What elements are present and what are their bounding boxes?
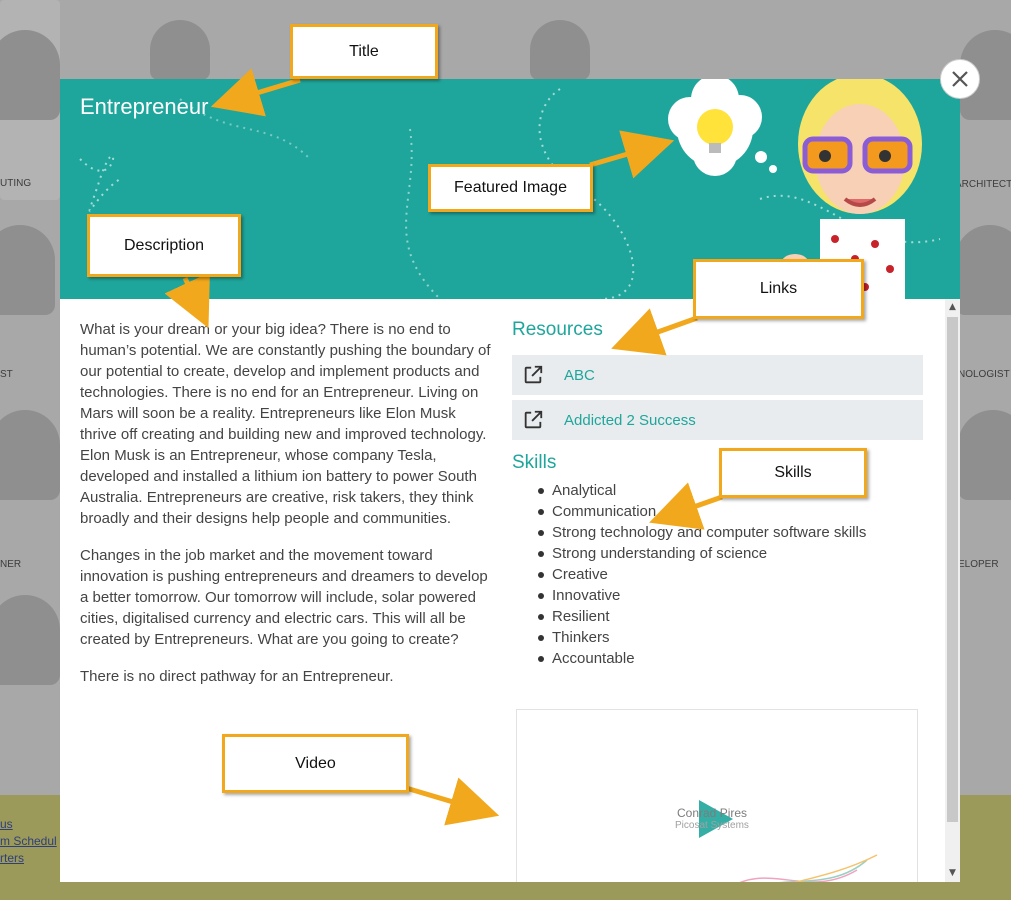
skill-item: Strong understanding of science (536, 543, 923, 564)
external-link-icon (524, 410, 543, 429)
scroll-up-arrow-icon[interactable]: ▲ (945, 299, 960, 316)
background-tile-label: ST (0, 369, 13, 380)
background-tile-label: ELOPER (958, 559, 999, 570)
skill-item: Innovative (536, 585, 923, 606)
external-link-icon (524, 365, 543, 384)
annotation-title: Title (290, 24, 438, 79)
page-title: Entrepreneur (80, 94, 209, 119)
background-avatar (530, 20, 590, 80)
background-tile-label: NOLOGIST (958, 369, 1010, 380)
annotation-description: Description (87, 214, 241, 277)
skill-item: Strong technology and computer software … (536, 522, 923, 543)
background-avatar (0, 30, 60, 120)
description: What is your dream or your big idea? The… (80, 319, 495, 703)
scrollbar-thumb[interactable] (947, 317, 958, 822)
annotation-video: Video (222, 734, 409, 793)
skill-item: Accountable (536, 648, 923, 669)
resource-link-label[interactable]: Addicted 2 Success (564, 412, 696, 429)
footer-link[interactable]: us (0, 817, 13, 831)
skill-item: Thinkers (536, 627, 923, 648)
video-author: Conrad Pires (677, 806, 748, 820)
video-decoration (739, 854, 878, 882)
resource-link-abc[interactable]: ABC (512, 355, 923, 395)
video-player[interactable]: Conrad Pires Picosat Systems (516, 709, 918, 882)
close-icon (952, 71, 968, 87)
annotation-links: Links (693, 259, 864, 319)
description-paragraph: Changes in the job market and the moveme… (80, 547, 488, 648)
background-avatar (958, 410, 1011, 500)
annotation-featured-image: Featured Image (428, 164, 593, 212)
background-tile-label: ARCHITECT (955, 179, 1011, 190)
background-avatar (150, 20, 210, 80)
footer-link[interactable]: m Schedul (0, 834, 57, 848)
background-avatar (0, 225, 55, 315)
background-avatar (0, 410, 60, 500)
close-button[interactable] (940, 59, 980, 99)
annotation-skills: Skills (719, 448, 867, 498)
skill-item: Communication (536, 501, 923, 522)
resources-heading: Resources (512, 319, 603, 340)
background-tile-label: NER (0, 559, 22, 570)
description-paragraph: What is your dream or your big idea? The… (80, 321, 491, 527)
skill-item: Creative (536, 564, 923, 585)
skill-item: Resilient (536, 606, 923, 627)
modal-scrollbar[interactable]: ▲ ▼ (945, 299, 960, 882)
resource-link-addicted-2-success[interactable]: Addicted 2 Success (512, 400, 923, 440)
background-avatar (955, 225, 1011, 315)
resource-link-label[interactable]: ABC (564, 367, 595, 384)
footer-link[interactable]: rters (0, 851, 24, 865)
skills-list: Analytical Communication Strong technolo… (512, 480, 923, 669)
modal-content: What is your dream or your big idea? The… (60, 299, 945, 882)
background-avatar (0, 595, 60, 685)
scroll-down-arrow-icon[interactable]: ▼ (945, 865, 960, 882)
thought-bubble-icon (668, 79, 777, 176)
video-company: Picosat Systems (675, 820, 749, 831)
background-tile-label: UTING (0, 178, 32, 189)
description-paragraph: There is no direct pathway for an Entrep… (80, 668, 394, 685)
